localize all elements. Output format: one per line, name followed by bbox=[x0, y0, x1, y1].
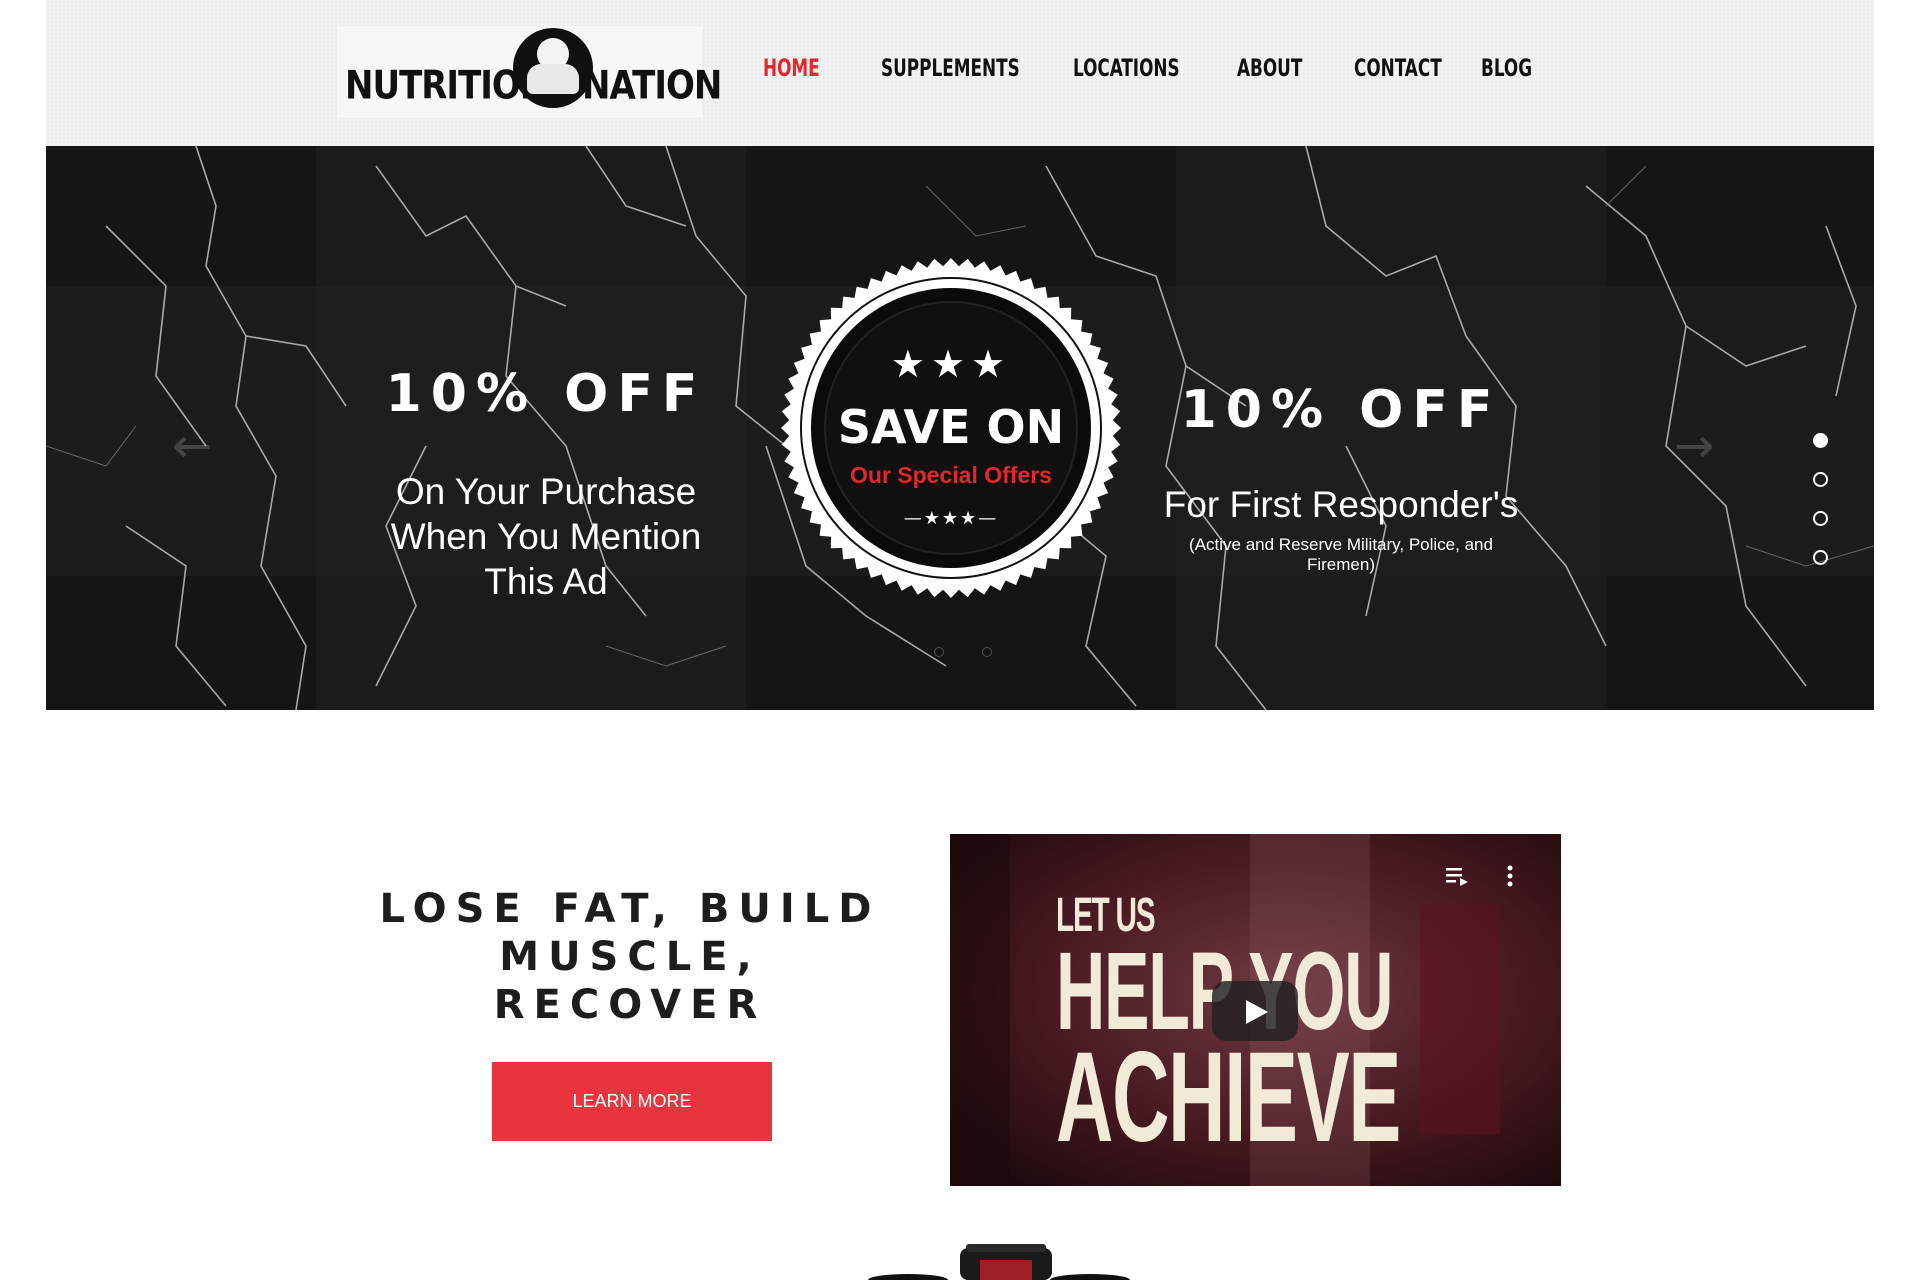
tagline-line-2: MUSCLE, RECOVER bbox=[493, 934, 767, 1028]
nav-blog[interactable]: BLOG bbox=[1481, 54, 1532, 82]
nav-locations[interactable]: LOCATIONS bbox=[1073, 54, 1180, 82]
bodybuilder-emblem-icon bbox=[513, 28, 593, 108]
left-offer-line-2: When You Mention bbox=[390, 516, 702, 557]
slide-dot-3[interactable] bbox=[1813, 511, 1828, 526]
slider-pagination bbox=[1813, 433, 1833, 589]
left-offer-line-3: This Ad bbox=[484, 561, 608, 602]
right-offer-fine-print-2: Firemen) bbox=[1306, 555, 1375, 574]
inner-dot bbox=[934, 647, 944, 657]
playlist-icon[interactable] bbox=[1446, 866, 1470, 886]
left-offer-heading: 10% OFF bbox=[385, 364, 707, 424]
site-header: NUTRITION NATION HOME SUPPLEMENTS LOCATI… bbox=[46, 0, 1874, 146]
logo-word-right: NATION bbox=[582, 63, 722, 109]
inner-dot bbox=[982, 647, 992, 657]
badge-subtitle: Our Special Offers bbox=[850, 462, 1052, 488]
arrow-left-icon[interactable]: ← bbox=[172, 418, 212, 474]
right-offer-heading: 10% OFF bbox=[1180, 380, 1502, 440]
learn-more-button[interactable]: LEARN MORE bbox=[492, 1062, 772, 1141]
left-offer-line-1: On Your Purchase bbox=[395, 471, 697, 512]
nav-home[interactable]: HOME bbox=[763, 54, 820, 82]
right-offer: 10% OFF For First Responder's (Active an… bbox=[1146, 380, 1536, 575]
right-offer-fine-print-1: (Active and Reserve Military, Police, an… bbox=[1189, 535, 1493, 554]
tagline: LOSE FAT, BUILD MUSCLE, RECOVER bbox=[360, 885, 900, 1029]
nav-supplements[interactable]: SUPPLEMENTS bbox=[881, 54, 1020, 82]
badge-stars-bottom: —★★★— bbox=[903, 508, 999, 529]
badge-title: SAVE ON bbox=[837, 400, 1065, 454]
left-offer: 10% OFF On Your Purchase When You Mentio… bbox=[336, 364, 756, 604]
nav-contact[interactable]: CONTACT bbox=[1354, 54, 1442, 82]
more-vertical-icon[interactable] bbox=[1506, 864, 1514, 888]
tagline-line-1: LOSE FAT, BUILD bbox=[379, 886, 881, 932]
save-on-badge: ★★★ SAVE ON Our Special Offers —★★★— bbox=[781, 258, 1121, 598]
inner-slide-dots bbox=[934, 644, 1030, 662]
slide-dot-1[interactable] bbox=[1813, 433, 1828, 448]
right-offer-line: For First Responder's bbox=[1163, 484, 1519, 525]
badge-stars-top: ★★★ bbox=[890, 342, 1012, 386]
nav-about[interactable]: ABOUT bbox=[1237, 54, 1302, 82]
logo[interactable]: NUTRITION NATION bbox=[337, 26, 722, 118]
arrow-right-icon[interactable]: → bbox=[1674, 418, 1714, 474]
supplement-product-image bbox=[868, 1244, 1130, 1280]
slide-dot-4[interactable] bbox=[1813, 550, 1828, 565]
video-title-line-3: ACHIEVE bbox=[1056, 1026, 1401, 1169]
video-player[interactable]: LET US HELP YOU ACHIEVE bbox=[950, 834, 1561, 1186]
play-icon[interactable] bbox=[1212, 981, 1298, 1041]
hero-slider: ← → 10% OFF On Your Purchase When You Me… bbox=[46, 146, 1874, 710]
slide-dot-2[interactable] bbox=[1813, 472, 1828, 487]
